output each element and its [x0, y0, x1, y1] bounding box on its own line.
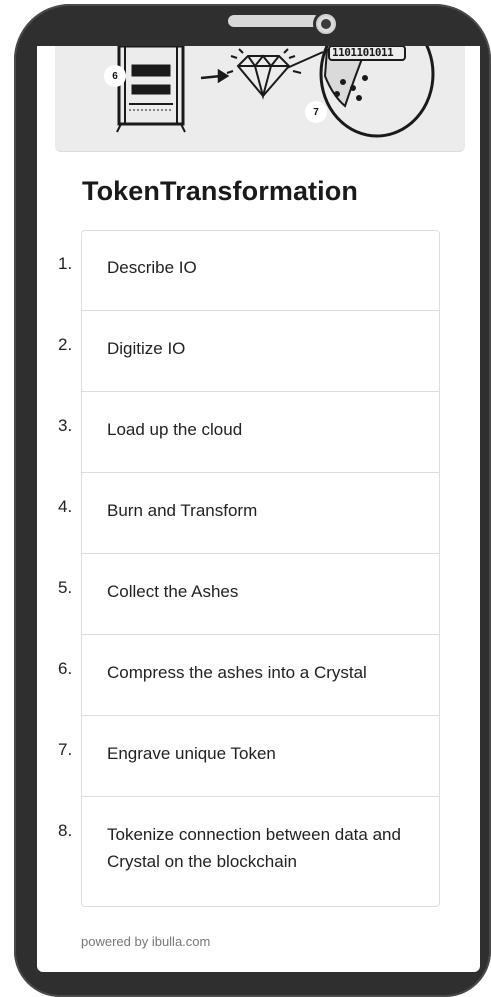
step-badge-7: 7: [305, 101, 327, 123]
step-label: Collect the Ashes: [107, 582, 239, 601]
speaker-grille: [228, 15, 320, 27]
step-number: 8.: [58, 821, 73, 840]
server-rack-icon: [116, 46, 186, 133]
blockchain-disc-icon: [319, 46, 435, 138]
process-illustration: [116, 46, 435, 138]
step-number: 6.: [58, 659, 73, 678]
list-item[interactable]: 4. Burn and Transform: [37, 473, 480, 554]
step-label: Engrave unique Token: [107, 744, 276, 763]
list-item[interactable]: 7. Engrave unique Token: [37, 716, 480, 797]
step-label: Load up the cloud: [107, 420, 243, 439]
step-label: Compress the ashes into a Crystal: [107, 663, 367, 682]
step-badge-6: 6: [104, 65, 126, 87]
step-number: 3.: [58, 416, 73, 435]
list-item[interactable]: 5. Collect the Ashes: [37, 554, 480, 635]
step-number: 5.: [58, 578, 73, 597]
page-title: TokenTransformation: [82, 176, 358, 206]
illustration-banner: 1101101011 6 7: [55, 46, 465, 152]
steps-list: 1. Describe IO 2. Digitize IO 3. Load up…: [37, 230, 480, 907]
step-label: Digitize IO: [107, 339, 186, 358]
screen: 1101101011 6 7 TokenTransformation 1. De…: [37, 46, 480, 972]
list-item[interactable]: 8. Tokenize connection between data and …: [37, 797, 480, 907]
step-label: Tokenize connection between data and Cry…: [107, 825, 401, 871]
arrow-right-icon: [200, 68, 230, 84]
step-label: Describe IO: [107, 258, 197, 277]
step-number: 1.: [58, 254, 73, 273]
step-label: Burn and Transform: [107, 501, 258, 520]
step-number: 2.: [58, 335, 73, 354]
list-item[interactable]: 2. Digitize IO: [37, 311, 480, 392]
front-camera-icon: [313, 11, 339, 37]
list-item[interactable]: 6. Compress the ashes into a Crystal: [37, 635, 480, 716]
step-number: 4.: [58, 497, 73, 516]
diamond-crystal-icon: [226, 48, 302, 100]
list-item[interactable]: 3. Load up the cloud: [37, 392, 480, 473]
step-number: 7.: [58, 740, 73, 759]
list-item[interactable]: 1. Describe IO: [37, 230, 480, 311]
powered-by-link[interactable]: powered by ibulla.com: [81, 934, 210, 949]
connector-line: [286, 51, 324, 69]
binary-code-label: 1101101011: [332, 46, 394, 59]
